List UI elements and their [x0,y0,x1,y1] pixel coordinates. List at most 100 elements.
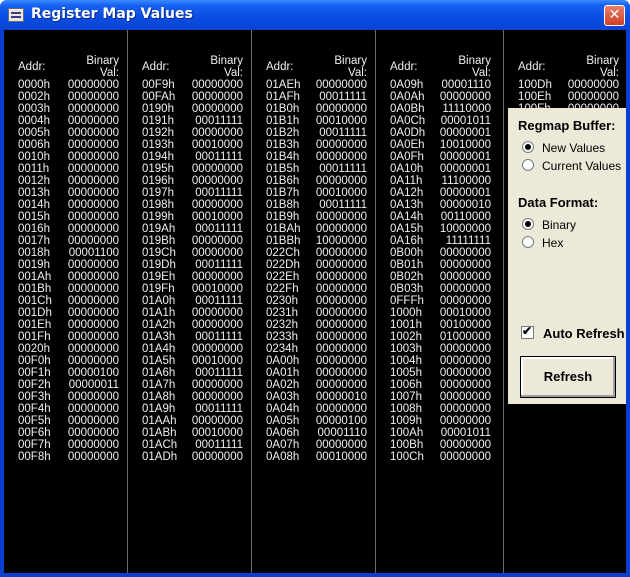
table-row: 1006h 00000000 [390,379,491,391]
table-row: 0002h 00000000 [18,91,119,103]
table-row: 0015h 00000000 [18,211,119,223]
register-value: 00000000 [191,319,243,331]
register-value: 00000100 [67,367,119,379]
register-value: 00000000 [67,403,119,415]
table-row: 01A5h 00010000 [142,355,243,367]
register-value: 00010000 [191,283,243,295]
table-row: 019Bh 00000000 [142,235,243,247]
table-row: 0017h 00000000 [18,235,119,247]
radio-binary[interactable]: Binary [522,218,576,232]
table-row: 1004h 00000000 [390,355,491,367]
register-table: Addr: Binary Val: 0000h 00000000 0002h 000000… [18,55,119,463]
register-address: 01B7h [266,187,300,199]
register-address: 0B00h [390,247,424,259]
table-row: 0A03h 00000010 [266,391,367,403]
table-row: 01B7h 00010000 [266,187,367,199]
register-address: 001Fh [18,331,51,343]
register-value: 00000000 [67,319,119,331]
register-address: 0B03h [390,283,424,295]
register-address: 0A02h [266,379,300,391]
register-value: 00000000 [191,379,243,391]
register-address: 01A1h [142,307,176,319]
table-row: 01BAh 00000000 [266,223,367,235]
table-row: 01A7h 00000000 [142,379,243,391]
register-address: 0199h [142,211,174,223]
register-value: 00000000 [67,187,119,199]
table-row: 0196h 00000000 [142,175,243,187]
table-row: 0006h 00000000 [18,139,119,151]
register-value: 00000000 [439,91,491,103]
register-value: 00000000 [67,79,119,91]
table-row: 01AAh 00000000 [142,415,243,427]
register-address: 0003h [18,103,50,115]
register-address: 019Ch [142,247,176,259]
register-value: 00000000 [439,439,491,451]
auto-refresh-checkbox[interactable]: Auto Refresh [521,324,625,341]
register-address: 00F1h [18,367,51,379]
register-column-4: Addr: Binary Val: 0A09h 00001110 0A0Ah 000000… [376,30,504,573]
addr-header: Addr: [266,61,294,73]
table-row: 01B0h 00000000 [266,103,367,115]
table-row: 019Eh 00000000 [142,271,243,283]
register-value: 00000000 [439,403,491,415]
register-value: 00000000 [191,103,243,115]
register-address: 01AFh [266,91,300,103]
register-address: 00F0h [18,355,51,367]
register-address: 0A0Ah [390,91,425,103]
register-value: 10000000 [439,223,491,235]
register-address: 01ABh [142,427,177,439]
table-row: 0234h 00000000 [266,343,367,355]
table-row: 00FAh 00000000 [142,91,243,103]
register-address: 0013h [18,187,50,199]
register-value: 00000000 [315,379,367,391]
register-address: 01A4h [142,343,176,355]
regmap-buffer-label: Regmap Buffer: [518,118,616,133]
table-row: 0013h 00000000 [18,187,119,199]
table-row: 100Bh 00000000 [390,439,491,451]
register-address: 00F2h [18,379,51,391]
register-value: 00000000 [315,103,367,115]
register-address: 0006h [18,139,50,151]
register-table: Addr: Binary Val: 0A09h 00001110 0A0Ah 000000… [390,55,491,463]
register-value: 00011111 [195,187,243,199]
register-address: 1003h [390,343,422,355]
register-value: 00011111 [195,223,243,235]
register-value: 00000000 [67,259,119,271]
title-bar[interactable]: Register Map Values ✕ [0,0,630,30]
register-address: 0A16h [390,235,424,247]
header-row: Addr: Binary Val: [390,55,491,79]
binary-header: Binary Val: [586,55,619,79]
register-address: 0A07h [266,439,300,451]
table-row: 1003h 00000000 [390,343,491,355]
table-row: 00F3h 00000000 [18,391,119,403]
register-address: 00F9h [142,79,175,91]
table-row: 01A9h 00011111 [142,403,243,415]
register-address: 01B3h [266,139,300,151]
radio-new-values[interactable]: New Values [522,141,605,155]
register-value: 00000000 [315,307,367,319]
register-address: 0232h [266,319,298,331]
close-button[interactable]: ✕ [604,5,625,26]
register-address: 1006h [390,379,422,391]
radio-selected-icon [522,141,534,153]
register-address: 022Ch [266,247,300,259]
register-value: 00000000 [315,271,367,283]
register-value: 10000000 [315,235,367,247]
register-value: 00000000 [315,151,367,163]
register-value: 00000010 [439,199,491,211]
register-table: Addr: Binary Val: 00F9h 00000000 00FAh 000000… [142,55,243,463]
table-row: 0A11h 11100000 [390,175,491,187]
register-value: 00000100 [315,415,367,427]
register-address: 001Bh [18,283,52,295]
radio-current-values[interactable]: Current Values [522,159,621,173]
table-row: 0190h 00000000 [142,103,243,115]
table-row: 100Eh 00000000 [518,91,619,103]
register-address: 1009h [390,415,422,427]
table-row: 0018h 00001100 [18,247,119,259]
table-row: 1009h 00000000 [390,415,491,427]
register-value: 00000000 [67,283,119,295]
register-value: 00000000 [315,259,367,271]
refresh-button[interactable]: Refresh [520,356,616,398]
radio-hex[interactable]: Hex [522,236,563,250]
radio-unselected-icon [522,236,534,248]
